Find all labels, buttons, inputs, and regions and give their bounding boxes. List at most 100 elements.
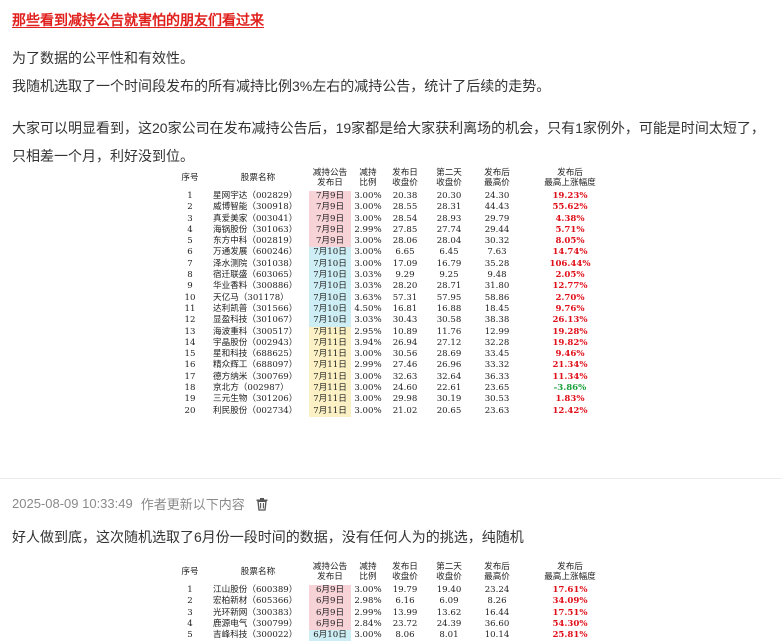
cell-high: 24.30 xyxy=(484,191,510,201)
cell-high: 33.45 xyxy=(484,349,510,360)
cell-date: 7月9日 xyxy=(309,202,351,214)
table-row: 17 德方纳米（300769） 7月11日 3.00% 32.63 32.64 36.33 1… xyxy=(175,371,611,384)
cell-date: 7月11日 xyxy=(309,349,351,361)
cell-ratio: 3.00% xyxy=(354,236,382,247)
cell-pct: 19.28% xyxy=(552,326,588,337)
header-close-l2: 收盘价 xyxy=(392,572,418,582)
cell-next: 22.61 xyxy=(436,383,462,394)
table-header: 序号 股票名称 减持公告 发布日 减持 比例 发布日 收盘价 第二天 收盘价 发布后 最高… xyxy=(175,561,611,585)
cell-no: 3 xyxy=(187,213,193,224)
cell-close: 10.89 xyxy=(392,326,418,337)
section-divider xyxy=(0,478,782,479)
table-row: 12 显盈科技（301067） 7月10日 3.03% 30.43 30.58 38.38 2… xyxy=(175,315,611,327)
cell-name: 鹿源电气（300799） xyxy=(213,618,298,629)
cell-high: 23.24 xyxy=(484,585,510,595)
header-next-l2: 收盘价 xyxy=(436,178,462,188)
cell-close: 27.46 xyxy=(392,360,418,371)
table-row: 1 星网宇达（002829） 7月9日 3.00% 20.38 20.30 24.30 19.… xyxy=(175,191,611,203)
cell-ratio: 4.50% xyxy=(354,303,382,314)
cell-ratio: 2.95% xyxy=(354,326,382,337)
header-date-l2: 发布日 xyxy=(317,178,343,188)
cell-date: 7月11日 xyxy=(309,371,351,384)
cell-high: 44.43 xyxy=(484,202,510,213)
header-next-l1: 第二天 xyxy=(436,168,462,178)
cell-next: 28.31 xyxy=(436,202,462,213)
cell-close: 23.72 xyxy=(392,618,418,629)
header-pct: 发布后 最高上涨幅度 xyxy=(535,562,605,582)
cell-pct: 55.62% xyxy=(552,202,588,213)
table-row: 5 东方中科（002819） 7月9日 3.00% 28.06 28.04 30.32 8.0… xyxy=(175,236,611,248)
cell-next: 28.71 xyxy=(436,281,462,292)
cell-no: 2 xyxy=(187,202,193,213)
cell-name: 威博智能（300918） xyxy=(213,202,298,213)
cell-name: 海波重科（300517） xyxy=(213,326,298,337)
header-high: 发布后 最高价 xyxy=(475,168,519,188)
cell-name: 吉峰科技（300022） xyxy=(213,630,298,641)
cell-pct: 26.13% xyxy=(552,315,588,326)
cell-close: 26.94 xyxy=(392,337,418,348)
cell-close: 21.02 xyxy=(392,405,418,416)
cell-ratio: 3.00% xyxy=(354,383,382,394)
cell-date: 6月9日 xyxy=(309,585,351,597)
cell-date: 7月10日 xyxy=(309,315,351,327)
cell-date: 7月10日 xyxy=(309,258,351,271)
trash-icon[interactable] xyxy=(255,497,269,511)
cell-no: 8 xyxy=(187,270,193,281)
header-name: 股票名称 xyxy=(240,173,276,183)
update-label: 作者更新以下内容 xyxy=(140,497,245,512)
table-row: 1 江山股份（600389） 6月9日 3.00% 19.79 19.40 23.24 17.… xyxy=(175,585,611,597)
cell-pct: 8.05% xyxy=(555,236,585,247)
table-body: 1 星网宇达（002829） 7月9日 3.00% 20.38 20.30 24.30 19.… xyxy=(175,191,611,417)
cell-pct: 1.83% xyxy=(555,394,585,405)
cell-next: 16.88 xyxy=(436,303,462,314)
cell-next: 13.62 xyxy=(436,607,462,618)
cell-name: 宏柏新材（605366） xyxy=(213,596,298,607)
cell-pct: 9.76% xyxy=(555,303,585,314)
cell-high: 12.99 xyxy=(484,326,510,337)
cell-name: 宿迁联盛（603065） xyxy=(213,270,298,281)
cell-next: 28.04 xyxy=(436,236,462,247)
header-pct-l1: 发布后 xyxy=(557,562,583,572)
cell-ratio: 2.99% xyxy=(354,224,382,235)
table-header: 序号 股票名称 减持公告 发布日 减持 比例 发布日 收盘价 第二天 收盘价 发布后 最高… xyxy=(175,167,611,191)
cell-close: 28.06 xyxy=(392,236,418,247)
cell-no: 3 xyxy=(187,607,193,618)
cell-ratio: 2.99% xyxy=(354,360,382,371)
update-timestamp: 2025-08-09 10:33:49 xyxy=(12,496,133,511)
header-close-l1: 发布日 xyxy=(392,168,418,178)
cell-close: 17.09 xyxy=(392,258,418,269)
cell-close: 20.38 xyxy=(392,191,418,201)
cell-no: 19 xyxy=(184,394,196,405)
cell-high: 23.63 xyxy=(484,405,510,416)
post-title[interactable]: 那些看到减持公告就害怕的朋友们看过来 xyxy=(12,10,264,30)
cell-pct: 19.23% xyxy=(552,191,588,201)
cell-no: 12 xyxy=(184,315,196,326)
cell-no: 7 xyxy=(187,258,193,269)
table-row: 10 天亿马（301178） 7月10日 3.63% 57.31 57.95 58.86 2.… xyxy=(175,292,611,304)
cell-date: 7月10日 xyxy=(309,303,351,316)
cell-pct: -3.86% xyxy=(553,383,587,394)
cell-high: 38.38 xyxy=(484,315,510,326)
table-row: 5 吉峰科技（300022） 6月10日 3.00% 8.06 8.01 10.14 25.8… xyxy=(175,630,611,642)
table-row: 11 达利凯普（301566） 7月10日 4.50% 16.81 16.88 18.45 9… xyxy=(175,303,611,316)
cell-ratio: 3.63% xyxy=(354,292,382,303)
cell-next: 27.74 xyxy=(436,224,462,235)
header-ratio-l2: 比例 xyxy=(359,572,377,582)
cell-ratio: 3.00% xyxy=(354,405,382,416)
cell-date: 7月9日 xyxy=(309,224,351,237)
cell-ratio: 3.94% xyxy=(354,337,382,348)
cell-next: 16.79 xyxy=(436,258,462,269)
cell-pct: 4.38% xyxy=(555,213,585,224)
cell-close: 13.99 xyxy=(392,607,418,618)
cell-next: 6.45 xyxy=(439,247,459,258)
cell-next: 6.09 xyxy=(439,596,459,607)
cell-ratio: 2.84% xyxy=(354,618,382,629)
cell-name: 星和科技（688625） xyxy=(213,349,298,360)
cell-pct: 21.34% xyxy=(552,360,588,371)
cell-name: 华业香料（300886） xyxy=(213,281,298,292)
cell-name: 达利凯普（301566） xyxy=(213,303,298,314)
cell-high: 30.53 xyxy=(484,394,510,405)
table-row: 19 三元生物（301206） 7月11日 3.00% 29.98 30.19 30.53 1… xyxy=(175,394,611,406)
cell-next: 30.58 xyxy=(436,315,462,326)
cell-close: 6.16 xyxy=(395,596,415,607)
